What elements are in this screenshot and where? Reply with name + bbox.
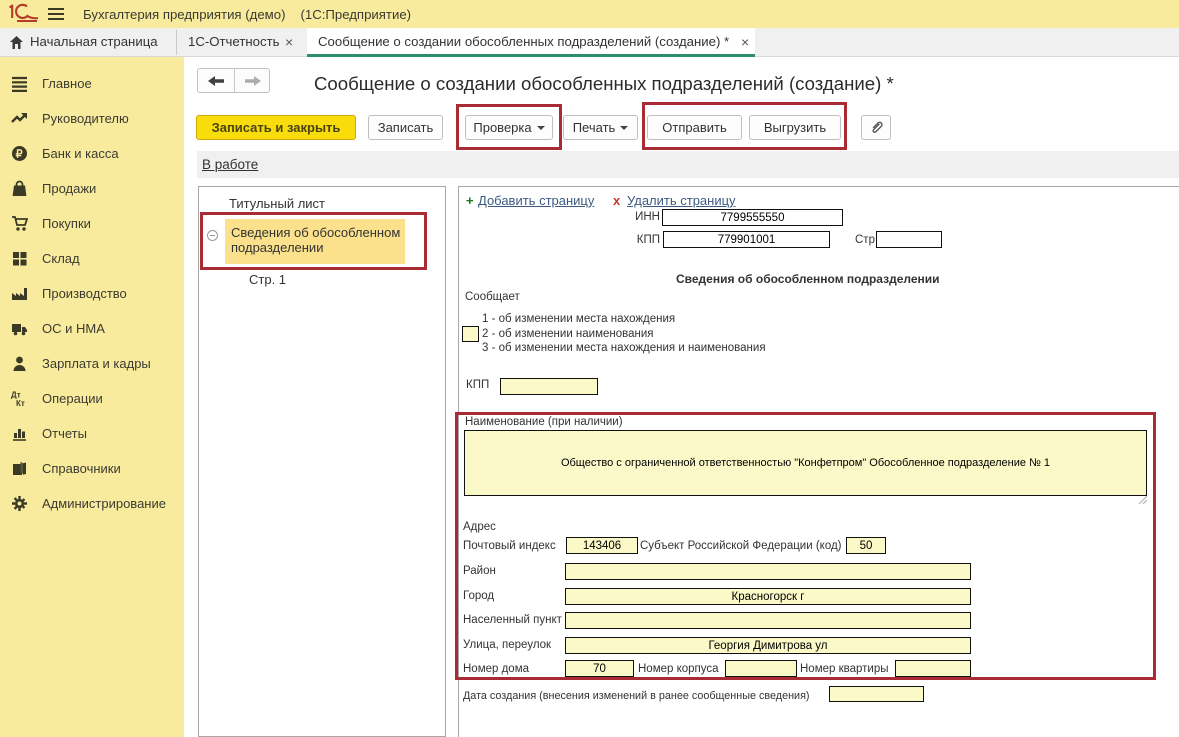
svg-text:₽: ₽: [16, 149, 23, 161]
svg-text:Кт: Кт: [16, 399, 25, 407]
